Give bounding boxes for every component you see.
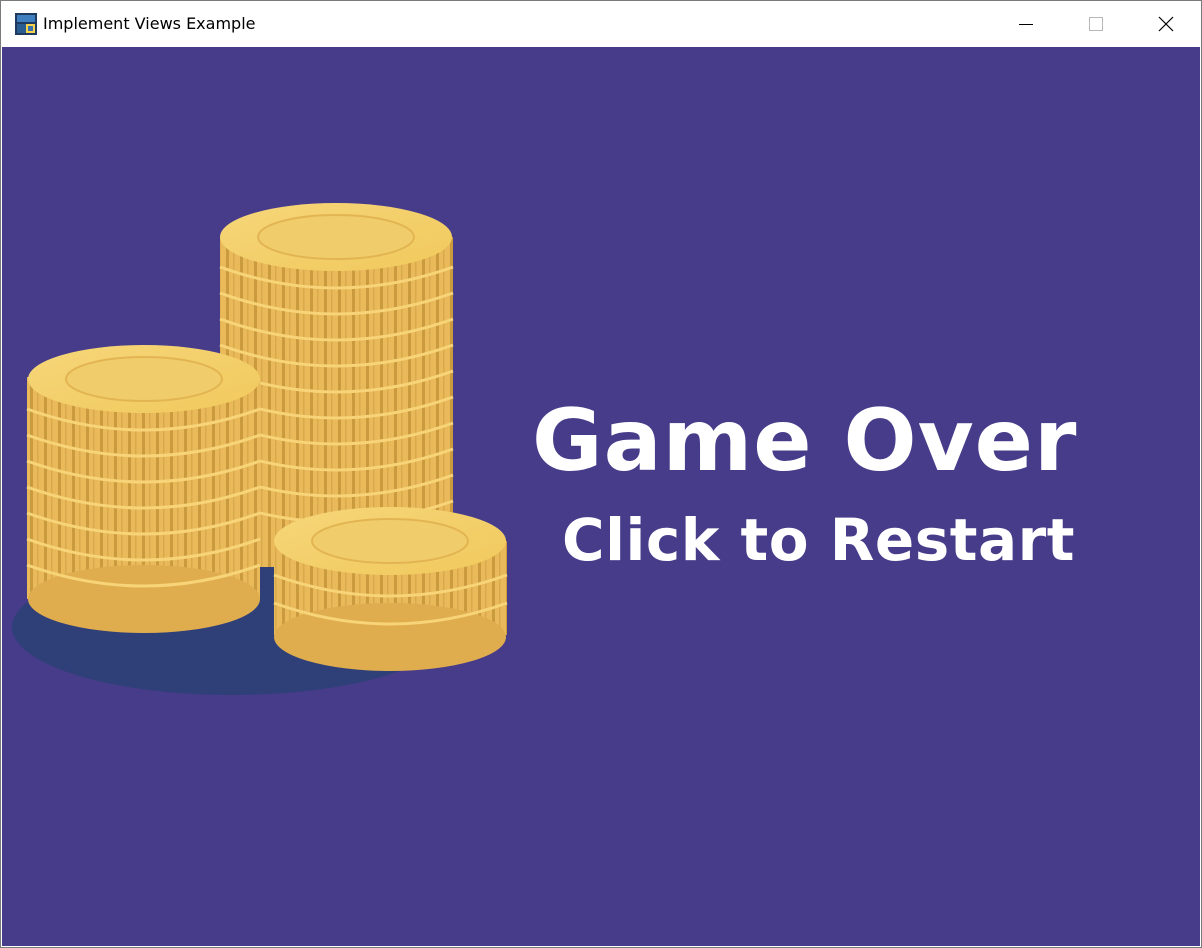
close-icon: [1158, 16, 1174, 32]
maximize-icon: [1088, 16, 1104, 32]
window-title: Implement Views Example: [43, 14, 256, 33]
coin-stacks-icon: [12, 203, 508, 695]
game-over-view[interactable]: Game Over Click to Restart: [2, 47, 1200, 946]
maximize-button[interactable]: [1061, 1, 1131, 47]
minimize-button[interactable]: [991, 1, 1061, 47]
coin-stack-left: [26, 345, 261, 633]
app-window: Implement Views Example Game Over Click …: [0, 0, 1202, 948]
game-over-title: Game Over: [532, 391, 1078, 491]
title-bar[interactable]: Implement Views Example: [1, 1, 1201, 47]
coin-stack-front: [273, 507, 508, 671]
minimize-icon: [1018, 16, 1034, 32]
close-button[interactable]: [1131, 1, 1201, 47]
restart-prompt[interactable]: Click to Restart: [562, 505, 1075, 575]
python-app-icon: [15, 13, 37, 35]
